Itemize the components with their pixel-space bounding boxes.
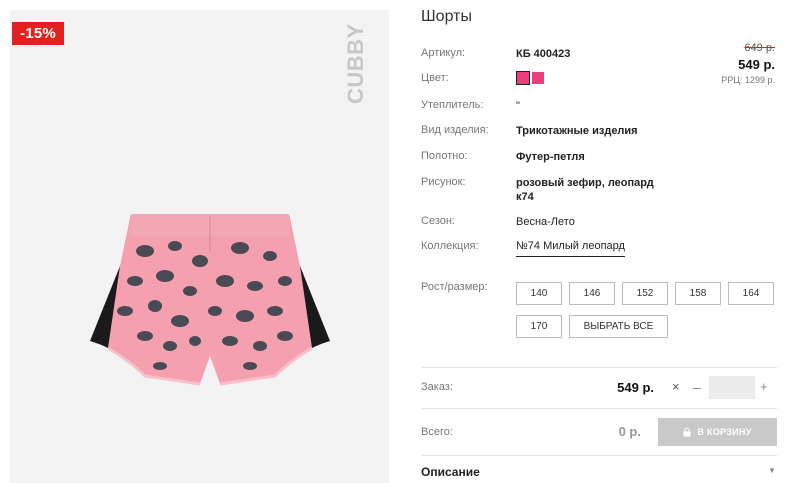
color-label: Цвет: xyxy=(421,72,449,84)
fabric-value: Футер-петля xyxy=(516,151,585,163)
collection-link[interactable]: №74 Милый леопард xyxy=(516,240,625,257)
product-type-value: Трикотажные изделия xyxy=(516,125,638,137)
insulation-value: " xyxy=(516,100,520,112)
add-to-cart-label: В КОРЗИНУ xyxy=(697,427,752,437)
color-swatch-selected[interactable] xyxy=(516,71,530,85)
size-button-140[interactable]: 140 xyxy=(516,282,562,305)
season-label: Сезон: xyxy=(421,215,455,227)
order-price: 549 р. xyxy=(617,380,654,395)
size-button-158[interactable]: 158 xyxy=(675,282,721,305)
total-amount: 0 р. xyxy=(618,424,641,439)
product-image[interactable] xyxy=(10,10,389,483)
discount-badge: -15% xyxy=(12,22,64,45)
fabric-label: Полотно: xyxy=(421,150,468,162)
brand-logo: CUBBY xyxy=(343,24,368,104)
add-to-cart-button[interactable]: В КОРЗИНУ xyxy=(658,418,777,446)
size-label: Рост/размер: xyxy=(421,281,488,293)
svg-text:CUBBY: CUBBY xyxy=(343,24,368,104)
size-button-152[interactable]: 152 xyxy=(622,282,668,305)
pattern-label: Рисунок: xyxy=(421,176,466,188)
quantity-decrease-button[interactable]: – xyxy=(693,379,701,395)
collection-label: Коллекция: xyxy=(421,240,479,252)
rrp-price: РРЦ: 1299 р. xyxy=(721,75,775,85)
season-value: Весна-Лето xyxy=(516,216,575,228)
article-label: Артикул: xyxy=(421,47,466,59)
chevron-down-icon[interactable]: ▼ xyxy=(768,466,776,475)
cart-lock-icon xyxy=(683,427,691,436)
divider xyxy=(421,408,777,409)
product-title: Шорты xyxy=(421,8,472,25)
quantity-increase-button[interactable]: + xyxy=(760,379,768,394)
size-button-170[interactable]: 170 xyxy=(516,315,562,338)
total-label: Всего: xyxy=(421,426,453,438)
new-price: 549 р. xyxy=(738,57,775,72)
article-value: КБ 400423 xyxy=(516,48,571,60)
insulation-label: Утеплитель: xyxy=(421,99,484,111)
description-header[interactable]: Описание xyxy=(421,465,480,479)
color-swatch[interactable] xyxy=(532,72,544,84)
divider xyxy=(421,367,777,368)
shorts-image xyxy=(90,214,330,386)
pattern-value-line2: к74 xyxy=(516,191,534,203)
multiply-sign: × xyxy=(672,379,680,394)
quantity-input[interactable] xyxy=(709,376,755,399)
divider xyxy=(421,455,777,456)
product-type-label: Вид изделия: xyxy=(421,124,489,136)
select-all-sizes-button[interactable]: ВЫБРАТЬ ВСЕ xyxy=(569,315,668,338)
old-price: 649 р. xyxy=(744,42,775,54)
pattern-value-line1: розовый зефир, леопард xyxy=(516,177,654,189)
size-button-164[interactable]: 164 xyxy=(728,282,774,305)
size-button-146[interactable]: 146 xyxy=(569,282,615,305)
order-label: Заказ: xyxy=(421,381,453,393)
